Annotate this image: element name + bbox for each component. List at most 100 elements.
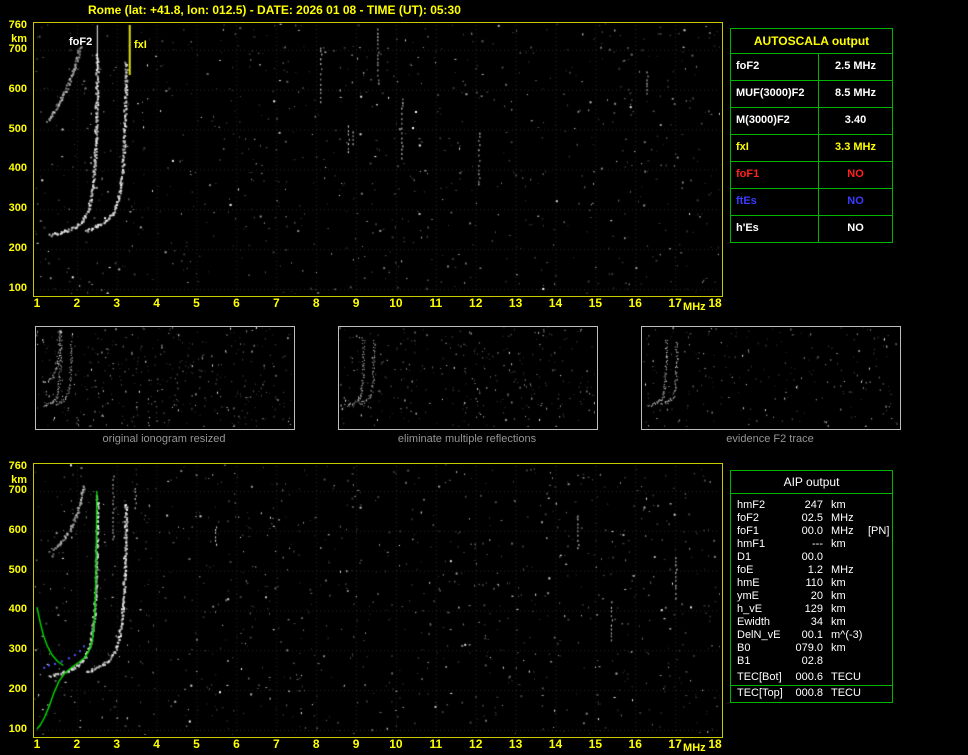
aip-row-note: [PN]: [868, 525, 890, 537]
aip-row-unit: km: [831, 538, 846, 550]
autoscala-row-value: 2.5 MHz: [835, 60, 876, 72]
aip-row-label: hmE: [737, 577, 760, 589]
autoscala-row: foF2 2.5 MHz: [731, 54, 892, 81]
aip-row-unit: km: [831, 642, 846, 654]
autoscala-row: ftEs NO: [731, 189, 892, 216]
x-tick-label: 16: [628, 296, 642, 310]
aip-row: TEC[Top] 000.8 TECU: [737, 687, 886, 700]
ionogram-aip-plot: [34, 464, 720, 735]
y-tick-label: 200: [8, 242, 27, 255]
aip-row-label: hmF1: [737, 538, 766, 550]
x-tick-label: 11: [429, 737, 443, 751]
aip-row-note: [863, 577, 886, 590]
thumbnail-eliminate-reflections: [338, 326, 598, 430]
x-tick-label: 10: [389, 737, 403, 751]
aip-row-unit: km: [831, 603, 846, 615]
x-tick-label: 12: [469, 296, 483, 310]
aip-row-unit: [823, 551, 863, 564]
x-tick-label: 18: [708, 296, 722, 310]
autoscala-app-screen: Rome (lat: +41.8, lon: 012.5) - DATE: 20…: [0, 0, 968, 755]
autoscala-row-label: foF1: [731, 162, 819, 188]
thumbnail-eliminate-reflections-plot: [339, 327, 595, 427]
aip-rows: hmF2 247 km foF2 02.5 MHz foF1 00.0 MHz [PN] hmF1 -…: [731, 494, 892, 668]
aip-row-note: [863, 642, 886, 655]
aip-row-value: 000.8: [795, 687, 823, 699]
aip-row-value: 02.8: [801, 655, 823, 667]
x-tick-label: 14: [548, 737, 563, 751]
autoscala-row: MUF(3000)F2 8.5 MHz: [731, 81, 892, 108]
aip-row: h_vE 129 km: [737, 603, 886, 616]
autoscala-panel-title: AUTOSCALA output: [731, 29, 892, 54]
thumbnail-original-ionogram: [35, 326, 295, 430]
aip-row-value: 110: [805, 577, 823, 589]
aip-row-label: foF2: [737, 512, 760, 524]
aip-row: Ewidth 34 km: [737, 616, 886, 629]
aip-row-value: 20: [810, 590, 823, 602]
aip-row-note: [863, 616, 886, 629]
aip-row: TEC[Bot] 000.6 TECU: [737, 671, 886, 684]
aip-row-value: 129: [804, 603, 823, 615]
aip-panel-title: AIP output: [731, 471, 892, 494]
header-title: Rome (lat: +41.8, lon: 012.5) - DATE: 20…: [88, 3, 461, 17]
aip-row-unit: TECU: [831, 671, 861, 683]
x-tick-label: 2: [73, 737, 81, 751]
y-tick-label: 600: [8, 82, 27, 95]
ionogram-main: foF2 fxI: [33, 22, 723, 297]
aip-row-value: 079.0: [795, 642, 823, 654]
autoscala-rows: foF2 2.5 MHz MUF(3000)F2 8.5 MHz M(3000)F2 3.…: [731, 54, 892, 242]
thumbnail-caption-reflections: eliminate multiple reflections: [397, 433, 537, 445]
x-tick-label: 14: [548, 296, 563, 310]
y-tick-label: 300: [8, 643, 27, 656]
autoscala-output-panel: AUTOSCALA output foF2 2.5 MHz MUF(3000)F2 8…: [730, 28, 893, 243]
aip-row-note: [863, 538, 886, 551]
thumbnail-evidence-f2-trace: [641, 326, 901, 430]
aip-row-label: TEC[Bot]: [737, 671, 782, 683]
x-tick-label: 7: [272, 296, 280, 310]
aip-row-value: 00.0: [801, 525, 823, 537]
aip-row-note: [863, 499, 886, 512]
x-tick-label: 2: [73, 296, 81, 310]
x-tick-label: 13: [508, 737, 523, 751]
aip-output-panel: AIP output hmF2 247 km foF2 02.5 MHz foF1 00.0 M…: [730, 470, 893, 703]
y-tick-label: 700: [8, 42, 27, 55]
aip-row-value: 34: [810, 616, 823, 628]
aip-row-label: D1: [737, 551, 752, 563]
y-tick-label: 760: [8, 460, 27, 472]
x-tick-label: 12: [469, 737, 483, 751]
x-tick-label: 6: [233, 737, 240, 751]
aip-row: hmF1 --- km: [737, 538, 886, 551]
aip-row-value: 00.1: [801, 629, 823, 641]
aip-row-unit: [823, 655, 863, 668]
x-tick-label: 18: [708, 737, 722, 751]
ionogram-aip: [33, 463, 723, 738]
aip-row: B1 02.8: [737, 655, 886, 668]
aip-row-unit: km: [831, 499, 846, 511]
autoscala-row: foF1 NO: [731, 162, 892, 189]
aip-row: hmE 110 km: [737, 577, 886, 590]
x-tick-label: 9: [352, 737, 360, 751]
autoscala-row-label: M(3000)F2: [731, 108, 819, 134]
aip-row-note: [863, 655, 886, 668]
y-tick-label: 600: [8, 523, 27, 536]
aip-row-label: B0: [737, 642, 751, 654]
y-tick-label: 200: [8, 683, 27, 696]
aip-row-note: [863, 603, 886, 616]
x-tick-label: 6: [233, 296, 240, 310]
aip-row-label: hmF2: [737, 499, 766, 511]
aip-row: hmF2 247 km: [737, 499, 886, 512]
aip-tec-rows: TEC[Bot] 000.6 TECU TEC[Top] 000.8 TECU: [731, 668, 892, 702]
thumbnail-caption-original: original ionogram resized: [102, 433, 226, 445]
x-tick-label: 4: [153, 296, 160, 310]
foF2-marker-label: foF2: [69, 36, 93, 48]
aip-row-label: TEC[Top]: [737, 687, 783, 699]
autoscala-row-value: NO: [847, 168, 864, 180]
x-tick-label: 9: [352, 296, 360, 310]
x-tick-label: 3: [113, 296, 121, 310]
x-tick-label: 15: [588, 296, 603, 310]
aip-row-value: 00.0: [801, 551, 823, 563]
aip-row-label: B1: [737, 655, 751, 667]
thumbnail-caption-f2trace: evidence F2 trace: [726, 433, 814, 445]
x-tick-label: 5: [193, 296, 200, 310]
aip-row: ymE 20 km: [737, 590, 886, 603]
autoscala-row-label: fxI: [731, 135, 819, 161]
